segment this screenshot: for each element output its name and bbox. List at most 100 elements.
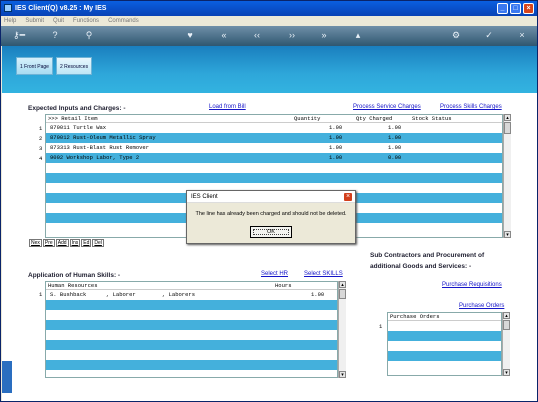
tab-resources[interactable]: 2 Resources bbox=[56, 57, 93, 75]
quantity-cell[interactable]: 1.00 bbox=[329, 123, 342, 133]
skill-type-cell[interactable]: , Laborer bbox=[106, 290, 136, 300]
charged-cell[interactable]: 1.00 bbox=[388, 123, 401, 133]
scroll-down-arrow[interactable]: ▾ bbox=[339, 371, 346, 378]
empty-row[interactable] bbox=[46, 310, 337, 320]
scroll-down-arrow[interactable]: ▾ bbox=[504, 231, 511, 238]
menu-help[interactable]: Help bbox=[4, 16, 16, 26]
tab-front-page[interactable]: 1 Front Page bbox=[16, 57, 53, 75]
inputs-scrollbar[interactable]: ▴ ▾ bbox=[503, 114, 511, 238]
empty-row[interactable] bbox=[46, 163, 502, 173]
gear-icon[interactable]: ⚙ bbox=[450, 30, 462, 41]
quantity-cell[interactable]: 1.00 bbox=[329, 153, 342, 163]
scroll-down-arrow[interactable]: ▾ bbox=[503, 369, 510, 376]
column-header-hours: Hours bbox=[275, 282, 292, 289]
load-from-bill-link[interactable]: Load from Bill bbox=[209, 104, 246, 110]
process-service-charges-link[interactable]: Process Service Charges bbox=[353, 104, 421, 110]
purchase-orders-scrollbar[interactable]: ▴ ▾ bbox=[502, 312, 510, 376]
table-row[interactable]: S. Bushback , Laborer , Laborers 1.00 bbox=[46, 290, 337, 300]
empty-row[interactable] bbox=[46, 173, 502, 183]
heart-icon[interactable]: ♥ bbox=[184, 30, 196, 41]
add-button[interactable]: Add bbox=[55, 239, 69, 247]
dialog-message: The line has already been charged and sh… bbox=[195, 211, 347, 217]
close-icon[interactable]: × bbox=[516, 30, 528, 41]
subcontractors-title-line1: Sub Contractors and Procurement of bbox=[370, 252, 485, 259]
scroll-up-arrow[interactable]: ▴ bbox=[504, 114, 511, 121]
scroll-thumb[interactable] bbox=[503, 320, 510, 330]
scroll-thumb[interactable] bbox=[504, 122, 511, 134]
item-cell[interactable]: 9002 Workshop Labor, Type 2 bbox=[50, 153, 139, 163]
scroll-up-arrow[interactable]: ▴ bbox=[503, 312, 510, 319]
window-title: IES Client(Q) v8.25 : My IES bbox=[15, 5, 107, 12]
item-cell[interactable]: 873313 Rust-Blast Rust Remover bbox=[50, 143, 149, 153]
column-header-quantity: Quantity bbox=[294, 115, 321, 122]
close-window-button[interactable]: × bbox=[523, 3, 534, 14]
item-cell[interactable]: 870011 Turtle Wax bbox=[50, 123, 106, 133]
purchase-orders-grid: Purchase Orders bbox=[387, 312, 502, 376]
menu-functions[interactable]: Functions bbox=[73, 16, 99, 26]
table-row[interactable]: 9002 Workshop Labor, Type 2 1.00 0.00 bbox=[46, 153, 502, 163]
empty-row[interactable] bbox=[46, 360, 337, 370]
edit-button[interactable]: Ed bbox=[81, 239, 92, 247]
menu-quit[interactable]: Quit bbox=[53, 16, 64, 26]
maximize-button[interactable]: □ bbox=[510, 3, 521, 14]
empty-row[interactable] bbox=[46, 300, 337, 310]
dialog-close-button[interactable]: × bbox=[343, 192, 353, 202]
empty-row[interactable] bbox=[388, 361, 501, 371]
inputs-grid-header: >>> Retail Item Quantity Qty Charged Sto… bbox=[46, 115, 502, 123]
previous-button[interactable]: Pre bbox=[42, 239, 55, 247]
row-number: 1 bbox=[39, 125, 43, 132]
scroll-up-arrow[interactable]: ▴ bbox=[339, 281, 346, 288]
empty-row[interactable] bbox=[388, 331, 501, 341]
empty-row[interactable] bbox=[46, 320, 337, 330]
table-row[interactable]: 870011 Turtle Wax 1.00 1.00 bbox=[46, 123, 502, 133]
table-row[interactable]: 870012 Rust-Oleum Metallic Spray 1.00 1.… bbox=[46, 133, 502, 143]
human-resource-cell[interactable]: S. Bushback bbox=[50, 290, 86, 300]
empty-row[interactable] bbox=[388, 321, 501, 331]
dialog-title-bar: IES Client × bbox=[187, 191, 355, 203]
charged-cell[interactable]: 0.00 bbox=[388, 153, 401, 163]
charged-cell[interactable]: 1.00 bbox=[388, 133, 401, 143]
skill-group-cell[interactable]: , Laborers bbox=[162, 290, 195, 300]
select-hr-link[interactable]: Select HR bbox=[261, 271, 288, 277]
last-icon[interactable]: » bbox=[318, 30, 330, 41]
menu-commands[interactable]: Commands bbox=[108, 16, 139, 26]
check-icon[interactable]: ✓ bbox=[483, 30, 495, 41]
empty-row[interactable] bbox=[46, 340, 337, 350]
ok-button-label: OK bbox=[267, 229, 275, 235]
next-button[interactable]: Nex bbox=[29, 239, 42, 247]
menu-submit[interactable]: Submit bbox=[25, 16, 44, 26]
delete-button[interactable]: Del bbox=[92, 239, 104, 247]
prev-icon[interactable]: ‹‹ bbox=[251, 30, 263, 41]
column-header-item: >>> Retail Item bbox=[48, 115, 98, 122]
column-header-human-resources: Human Resources bbox=[48, 282, 98, 289]
quantity-cell[interactable]: 1.00 bbox=[329, 143, 342, 153]
process-skills-charges-link[interactable]: Process Skills Charges bbox=[440, 104, 502, 110]
next-icon[interactable]: ›› bbox=[286, 30, 298, 41]
empty-row[interactable] bbox=[46, 330, 337, 340]
ok-button[interactable]: OK bbox=[250, 226, 292, 238]
insert-button[interactable]: Ins bbox=[69, 239, 81, 247]
purchase-orders-link[interactable]: Purchase Orders bbox=[459, 303, 504, 309]
empty-row[interactable] bbox=[388, 351, 501, 361]
row-number: 3 bbox=[39, 145, 43, 152]
minimize-button[interactable]: _ bbox=[497, 3, 508, 14]
item-cell[interactable]: 870012 Rust-Oleum Metallic Spray bbox=[50, 133, 156, 143]
key-icon[interactable]: ⚷━ bbox=[9, 30, 29, 41]
empty-row[interactable] bbox=[46, 350, 337, 360]
empty-row[interactable] bbox=[388, 341, 501, 351]
table-row[interactable]: 873313 Rust-Blast Rust Remover 1.00 1.00 bbox=[46, 143, 502, 153]
message-dialog: IES Client × The line has already been c… bbox=[186, 190, 356, 244]
column-header-purchase-orders: Purchase Orders bbox=[390, 313, 440, 320]
hours-cell[interactable]: 1.00 bbox=[311, 290, 324, 300]
purchase-requisitions-link[interactable]: Purchase Requisitions bbox=[442, 282, 502, 288]
search-icon[interactable]: ⚲ bbox=[83, 30, 95, 41]
skills-scrollbar[interactable]: ▴ ▾ bbox=[338, 281, 346, 378]
help-icon[interactable]: ? bbox=[49, 30, 61, 41]
up-icon[interactable]: ▴ bbox=[352, 30, 364, 41]
quantity-cell[interactable]: 1.00 bbox=[329, 133, 342, 143]
scroll-thumb[interactable] bbox=[339, 289, 346, 299]
select-skills-link[interactable]: Select SKILLS bbox=[304, 271, 343, 277]
side-strip bbox=[2, 361, 12, 393]
charged-cell[interactable]: 1.00 bbox=[388, 143, 401, 153]
first-icon[interactable]: « bbox=[218, 30, 230, 41]
